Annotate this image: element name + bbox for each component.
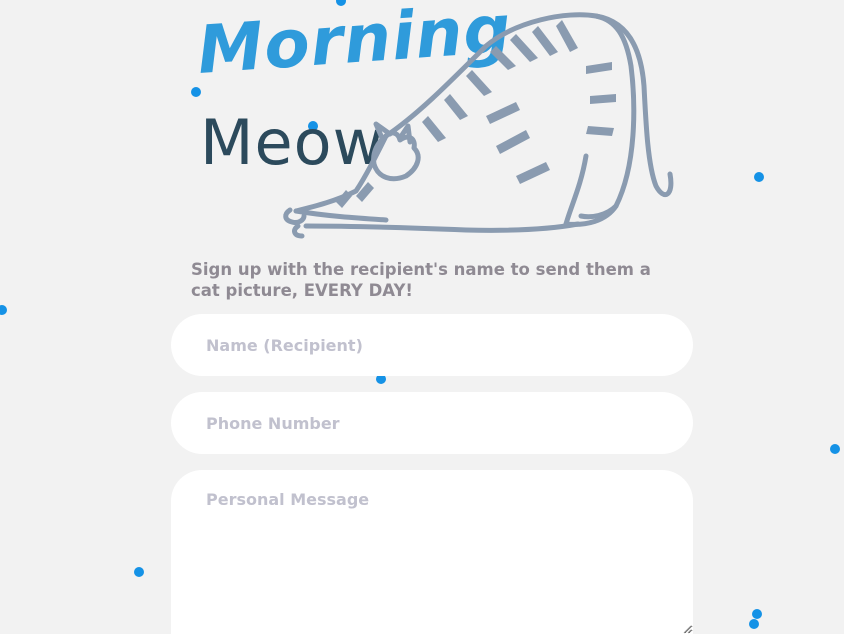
- stretching-cat-icon: [283, 12, 674, 239]
- decorative-dot: [830, 444, 840, 454]
- decorative-dot: [752, 609, 762, 619]
- decorative-dot: [0, 305, 7, 315]
- decorative-dot: [754, 172, 764, 182]
- signup-page: Morning Meow Sign up with the recipient'…: [0, 0, 844, 634]
- decorative-dot: [749, 619, 759, 629]
- decorative-dot: [134, 567, 144, 577]
- personal-message-textarea[interactable]: [171, 470, 693, 634]
- recipient-name-input[interactable]: [171, 314, 693, 376]
- phone-number-input[interactable]: [171, 392, 693, 454]
- signup-tagline: Sign up with the recipient's name to sen…: [191, 260, 651, 300]
